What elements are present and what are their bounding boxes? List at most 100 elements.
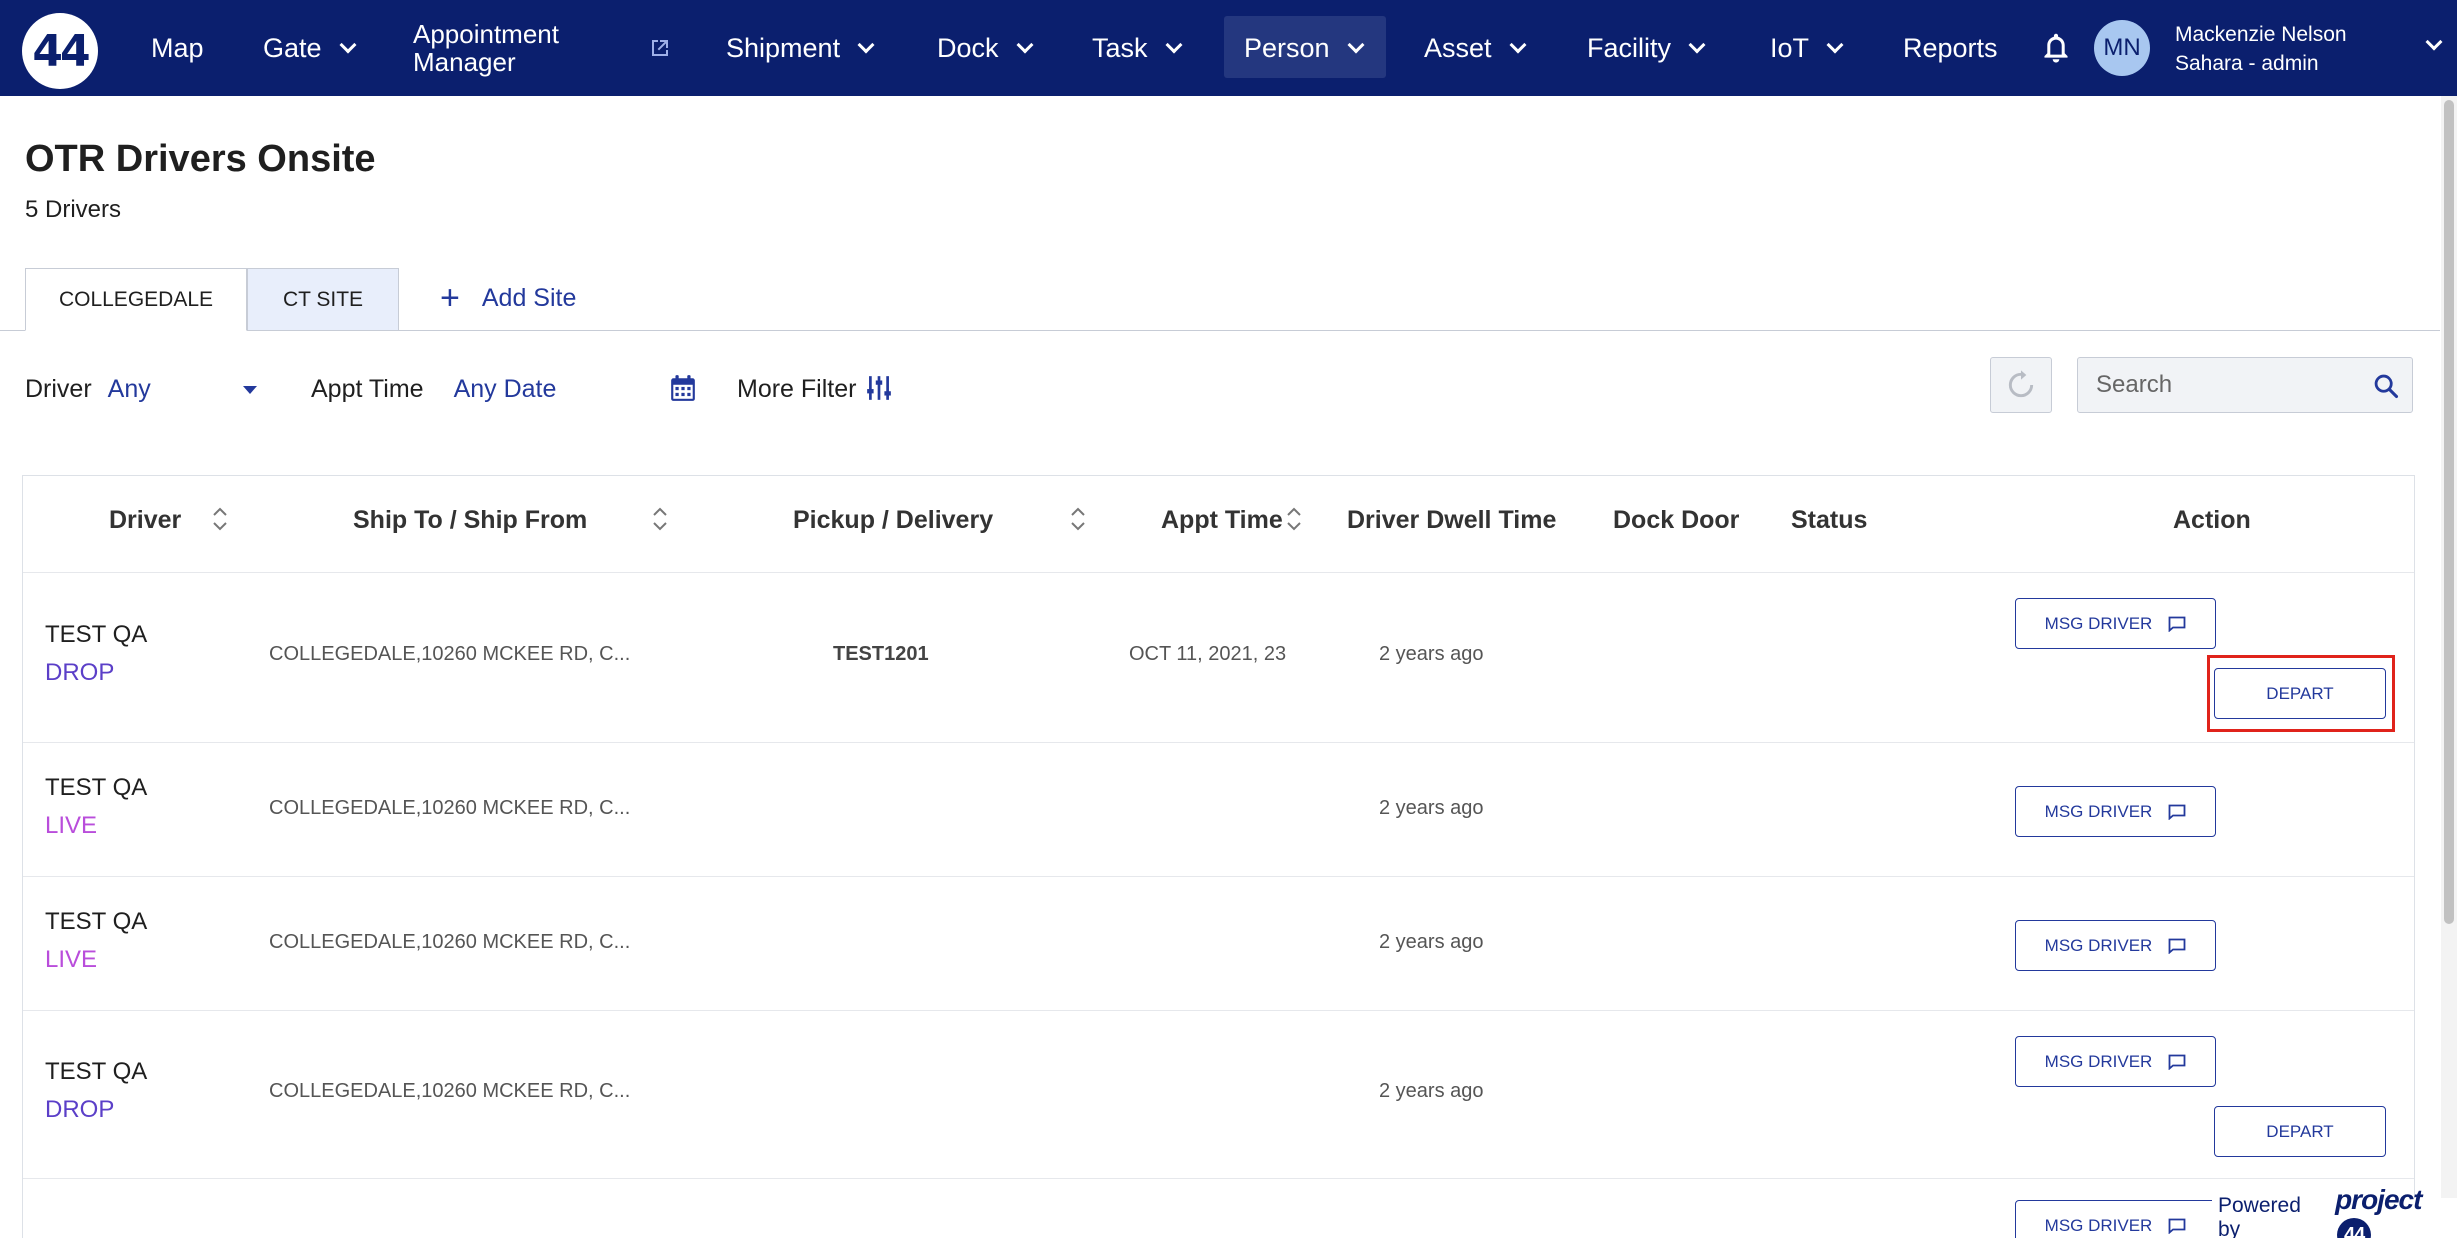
dwell-time: 2 years ago bbox=[1379, 1080, 1484, 1102]
nav-task-label: Task bbox=[1092, 33, 1148, 63]
powered-by-label: Powered by bbox=[2218, 1194, 2301, 1238]
message-icon bbox=[2168, 616, 2186, 632]
table-row: TEST QA LIVE COLLEGEDALE,10260 MCKEE RD,… bbox=[23, 878, 2414, 1011]
user-name: Mackenzie Nelson bbox=[2175, 23, 2347, 46]
load-type: DROP bbox=[45, 1096, 115, 1123]
col-header-dock: Dock Door bbox=[1613, 506, 1740, 534]
nav-map[interactable]: Map bbox=[151, 0, 204, 96]
user-menu-chevron-icon[interactable] bbox=[2425, 33, 2443, 51]
tab-ct-site[interactable]: CT SITE bbox=[247, 268, 399, 331]
filter-sliders-icon[interactable] bbox=[866, 374, 892, 402]
add-site-label: Add Site bbox=[481, 283, 577, 312]
chevron-down-icon bbox=[1016, 36, 1034, 54]
chevron-down-icon bbox=[1826, 36, 1844, 54]
col-header-driver[interactable]: Driver bbox=[109, 506, 181, 535]
search-icon[interactable] bbox=[2372, 372, 2400, 400]
nav-gate-label: Gate bbox=[263, 33, 322, 63]
depart-button[interactable]: DEPART bbox=[2214, 1106, 2386, 1157]
appt-time-filter[interactable]: Appt Time Any Date bbox=[311, 372, 556, 406]
ship-location: COLLEGEDALE,10260 MCKEE RD, C... bbox=[269, 797, 631, 819]
driver-filter-label: Driver bbox=[25, 374, 92, 403]
caret-down-icon[interactable] bbox=[243, 386, 257, 394]
message-icon bbox=[2168, 938, 2186, 954]
chevron-down-icon bbox=[1688, 36, 1706, 54]
nav-dock-label: Dock bbox=[937, 33, 999, 63]
nav-appointment-manager[interactable]: Appointment Manager bbox=[413, 0, 559, 96]
nav-reports[interactable]: Reports bbox=[1903, 0, 1998, 96]
msg-driver-label: MSG DRIVER bbox=[2044, 1215, 2153, 1235]
chevron-down-icon bbox=[1509, 36, 1527, 54]
table-row: TEST QA DROP COLLEGEDALE,10260 MCKEE RD,… bbox=[23, 1012, 2414, 1179]
sort-icon[interactable] bbox=[211, 506, 229, 532]
tab-collegedale[interactable]: COLLEGEDALE bbox=[25, 268, 247, 331]
table-row: MSG DRIVER bbox=[23, 1180, 2414, 1238]
col-header-action: Action bbox=[2173, 506, 2251, 534]
ship-location: COLLEGEDALE,10260 MCKEE RD, C... bbox=[269, 931, 631, 953]
message-icon bbox=[2168, 804, 2186, 820]
sort-icon[interactable] bbox=[1285, 506, 1303, 532]
driver-name: TEST QA bbox=[45, 774, 148, 801]
chevron-down-icon bbox=[339, 36, 357, 54]
nav-facility[interactable]: Facility bbox=[1587, 0, 1706, 96]
col-header-appt[interactable]: Appt Time bbox=[1161, 506, 1283, 535]
depart-label: DEPART bbox=[2266, 1121, 2334, 1141]
message-icon bbox=[2168, 1054, 2186, 1070]
table-row: TEST QA LIVE COLLEGEDALE,10260 MCKEE RD,… bbox=[23, 744, 2414, 877]
driver-filter-value: Any bbox=[107, 374, 151, 403]
bell-icon[interactable] bbox=[2038, 30, 2074, 66]
brand-text: project bbox=[2335, 1184, 2422, 1215]
nav-person[interactable]: Person bbox=[1244, 0, 1365, 96]
driver-filter[interactable]: Driver Any bbox=[25, 372, 151, 406]
driver-count: 5 Drivers bbox=[25, 196, 122, 223]
nav-shipment[interactable]: Shipment bbox=[726, 0, 875, 96]
msg-driver-button[interactable]: MSG DRIVER bbox=[2015, 1200, 2216, 1238]
msg-driver-button[interactable]: MSG DRIVER bbox=[2015, 786, 2216, 837]
load-type: LIVE bbox=[45, 946, 98, 973]
external-link-icon[interactable] bbox=[648, 36, 672, 60]
nav-person-label: Person bbox=[1244, 33, 1330, 63]
page-title: OTR Drivers Onsite bbox=[25, 138, 376, 180]
plus-icon: + bbox=[440, 279, 460, 317]
ship-location: COLLEGEDALE,10260 MCKEE RD, C... bbox=[269, 643, 631, 665]
refresh-button[interactable] bbox=[1990, 357, 2052, 413]
add-site-button[interactable]: + Add Site bbox=[440, 280, 576, 316]
nav-map-label: Map bbox=[151, 33, 204, 63]
search-box bbox=[2077, 357, 2413, 413]
msg-driver-button[interactable]: MSG DRIVER bbox=[2015, 1036, 2216, 1087]
sort-icon[interactable] bbox=[651, 506, 669, 532]
col-header-ship[interactable]: Ship To / Ship From bbox=[353, 506, 587, 535]
more-filter-button[interactable]: More Filter bbox=[737, 372, 856, 406]
project44-brand: project 44 bbox=[2335, 1184, 2451, 1238]
nav-dock[interactable]: Dock bbox=[937, 0, 1034, 96]
depart-highlight-box bbox=[2207, 655, 2395, 732]
ship-location: COLLEGEDALE,10260 MCKEE RD, C... bbox=[269, 1080, 631, 1102]
top-nav: 44 Map Gate Appointment Manager Shipment … bbox=[0, 0, 2457, 96]
nav-appointment-label: Appointment Manager bbox=[413, 20, 559, 76]
nav-gate[interactable]: Gate bbox=[263, 0, 357, 96]
appt-time: OCT 11, 2021, 23 bbox=[1129, 643, 1287, 665]
calendar-icon[interactable] bbox=[670, 374, 696, 402]
nav-asset[interactable]: Asset bbox=[1424, 0, 1527, 96]
driver-name: TEST QA bbox=[45, 1058, 148, 1085]
msg-driver-label: MSG DRIVER bbox=[2044, 935, 2153, 955]
col-header-status: Status bbox=[1791, 506, 1868, 534]
msg-driver-button[interactable]: MSG DRIVER bbox=[2015, 598, 2216, 649]
sort-icon[interactable] bbox=[1069, 506, 1087, 532]
col-header-dwell: Driver Dwell Time bbox=[1347, 506, 1557, 534]
project44-logo[interactable]: 44 bbox=[22, 13, 98, 89]
nav-task[interactable]: Task bbox=[1092, 0, 1183, 96]
search-input[interactable] bbox=[2096, 358, 2366, 412]
msg-driver-label: MSG DRIVER bbox=[2044, 613, 2153, 633]
msg-driver-button[interactable]: MSG DRIVER bbox=[2015, 920, 2216, 971]
col-header-pickup[interactable]: Pickup / Delivery bbox=[793, 506, 993, 535]
user-avatar[interactable]: MN bbox=[2094, 20, 2150, 76]
drivers-table: Driver Ship To / Ship From Pickup / Deli… bbox=[22, 475, 2415, 1238]
nav-iot[interactable]: IoT bbox=[1770, 0, 1844, 96]
msg-driver-label: MSG DRIVER bbox=[2044, 1051, 2153, 1071]
brand-44-badge: 44 bbox=[2337, 1218, 2372, 1238]
appt-time-value: Any Date bbox=[453, 374, 557, 403]
user-info[interactable]: Mackenzie Nelson Sahara - admin bbox=[2175, 20, 2347, 78]
scrollbar-thumb[interactable] bbox=[2444, 100, 2454, 924]
load-type: DROP bbox=[45, 659, 115, 686]
load-type: LIVE bbox=[45, 812, 98, 839]
